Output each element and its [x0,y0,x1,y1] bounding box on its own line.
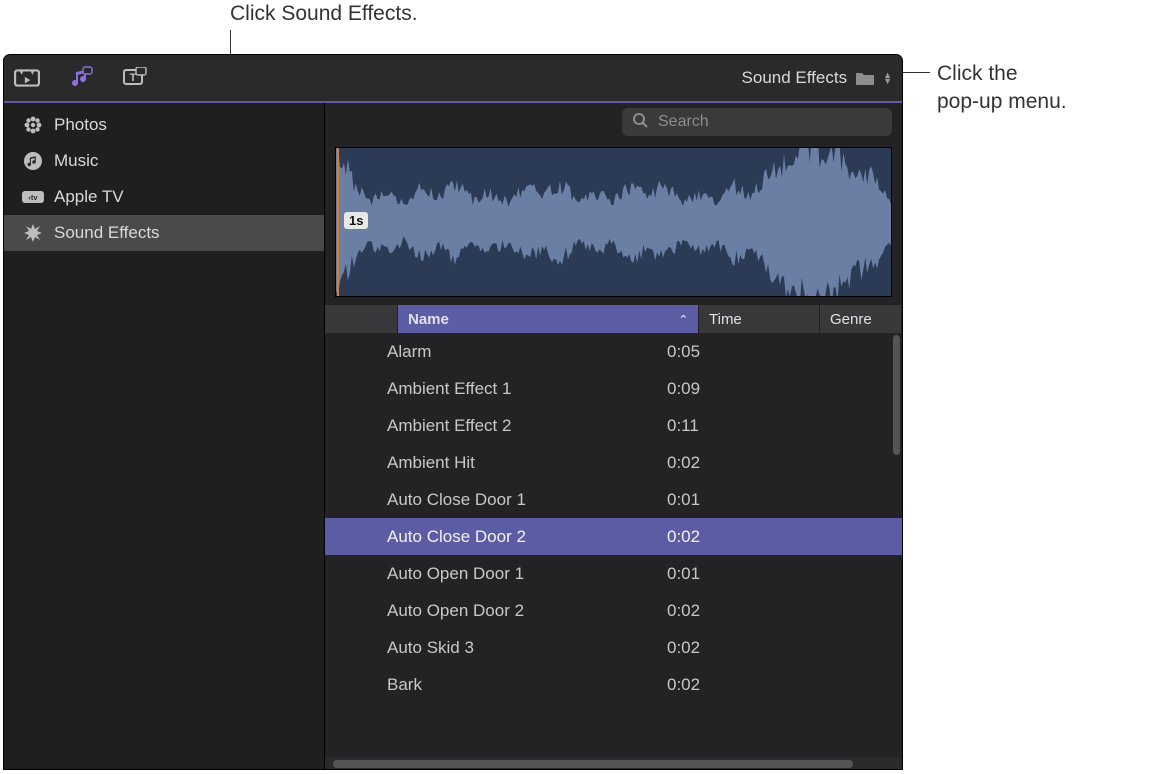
row-time: 0:02 [667,453,767,473]
horizontal-scrollbar-thumb[interactable] [333,760,853,768]
toolbar: T Sound Effects ▲▼ [4,55,902,103]
row-time: 0:02 [667,527,767,547]
main-panel: 1s Name ⌃ Time Genre Alarm0:05Ambient [325,103,902,769]
sidebar-item-label: Sound Effects [54,223,160,243]
appletv-icon: ‹tv [22,187,44,207]
table-row[interactable]: Auto Close Door 20:02 [325,518,902,555]
column-name[interactable]: Name ⌃ [398,305,699,333]
playhead[interactable] [337,148,339,296]
sound-list[interactable]: Alarm0:05Ambient Effect 10:09Ambient Eff… [325,333,902,757]
sidebar-item-apple-tv[interactable]: ‹tv Apple TV [4,179,324,215]
svg-text:‹tv: ‹tv [28,193,38,202]
updown-chevron-icon: ▲▼ [883,72,892,84]
row-time: 0:09 [667,379,767,399]
row-name: Ambient Hit [387,453,667,473]
callout-top-text: Click Sound Effects. [230,2,418,26]
column-gutter [325,305,398,333]
sidebar-item-label: Apple TV [54,187,124,207]
waveform-time-label: 1s [344,212,368,229]
waveform-preview[interactable]: 1s [335,147,892,297]
column-time[interactable]: Time [699,305,820,333]
row-name: Auto Open Door 1 [387,564,667,584]
callout-right-text: Click the pop-up menu. [937,60,1067,117]
table-row[interactable]: Ambient Effect 10:09 [325,370,902,407]
table-row[interactable]: Auto Skid 30:02 [325,629,902,666]
burst-icon [22,223,44,243]
search-input[interactable] [656,112,882,132]
column-time-label: Time [709,311,742,328]
search-field[interactable] [622,108,892,136]
sidebar: Photos Music ‹tv Apple TV Sound Effects [4,103,325,769]
row-time: 0:02 [667,601,767,621]
column-genre-label: Genre [830,311,872,328]
app-window: T Sound Effects ▲▼ Photos Music ‹tv Apple T… [4,55,902,769]
callout-right-line2: pop-up menu. [937,88,1067,116]
table-row[interactable]: Bark0:02 [325,666,902,703]
waveform-svg [336,148,891,296]
table-row[interactable]: Auto Open Door 20:02 [325,592,902,629]
row-name: Auto Open Door 2 [387,601,667,621]
music-icon [22,151,44,171]
toolbar-mode-icons: T [14,67,148,89]
row-name: Ambient Effect 2 [387,416,667,436]
sort-ascending-icon: ⌃ [679,313,688,326]
sidebar-item-music[interactable]: Music [4,143,324,179]
row-time: 0:01 [667,564,767,584]
callout-right-line1: Click the [937,60,1067,88]
category-popup-menu[interactable]: Sound Effects ▲▼ [742,68,892,88]
row-name: Alarm [387,342,667,362]
row-name: Auto Close Door 2 [387,527,667,547]
titles-browser-icon[interactable]: T [122,67,148,89]
row-time: 0:05 [667,342,767,362]
flower-icon [22,115,44,135]
column-headers: Name ⌃ Time Genre [325,305,902,333]
row-name: Bark [387,675,667,695]
sidebar-item-label: Music [54,151,98,171]
row-time: 0:02 [667,675,767,695]
row-time: 0:02 [667,638,767,658]
column-name-label: Name [408,311,449,328]
horizontal-scrollbar[interactable] [325,757,902,769]
main-header [325,103,902,141]
app-body: Photos Music ‹tv Apple TV Sound Effects 1s [4,103,902,769]
table-row[interactable]: Auto Open Door 10:01 [325,555,902,592]
sidebar-item-photos[interactable]: Photos [4,107,324,143]
folder-icon [855,70,875,86]
table-row[interactable]: Auto Close Door 10:01 [325,481,902,518]
row-time: 0:01 [667,490,767,510]
sidebar-item-label: Photos [54,115,107,135]
search-icon [632,112,648,132]
table-row[interactable]: Alarm0:05 [325,333,902,370]
sidebar-item-sound-effects[interactable]: Sound Effects [4,215,324,251]
music-browser-icon[interactable] [68,67,94,89]
table-row[interactable]: Ambient Effect 20:11 [325,407,902,444]
row-name: Ambient Effect 1 [387,379,667,399]
row-name: Auto Skid 3 [387,638,667,658]
popup-label: Sound Effects [742,68,848,88]
row-time: 0:11 [667,416,767,436]
table-row[interactable]: Ambient Hit0:02 [325,444,902,481]
vertical-scrollbar[interactable] [893,335,900,455]
column-genre[interactable]: Genre [820,305,902,333]
row-name: Auto Close Door 1 [387,490,667,510]
library-icon[interactable] [14,67,40,89]
